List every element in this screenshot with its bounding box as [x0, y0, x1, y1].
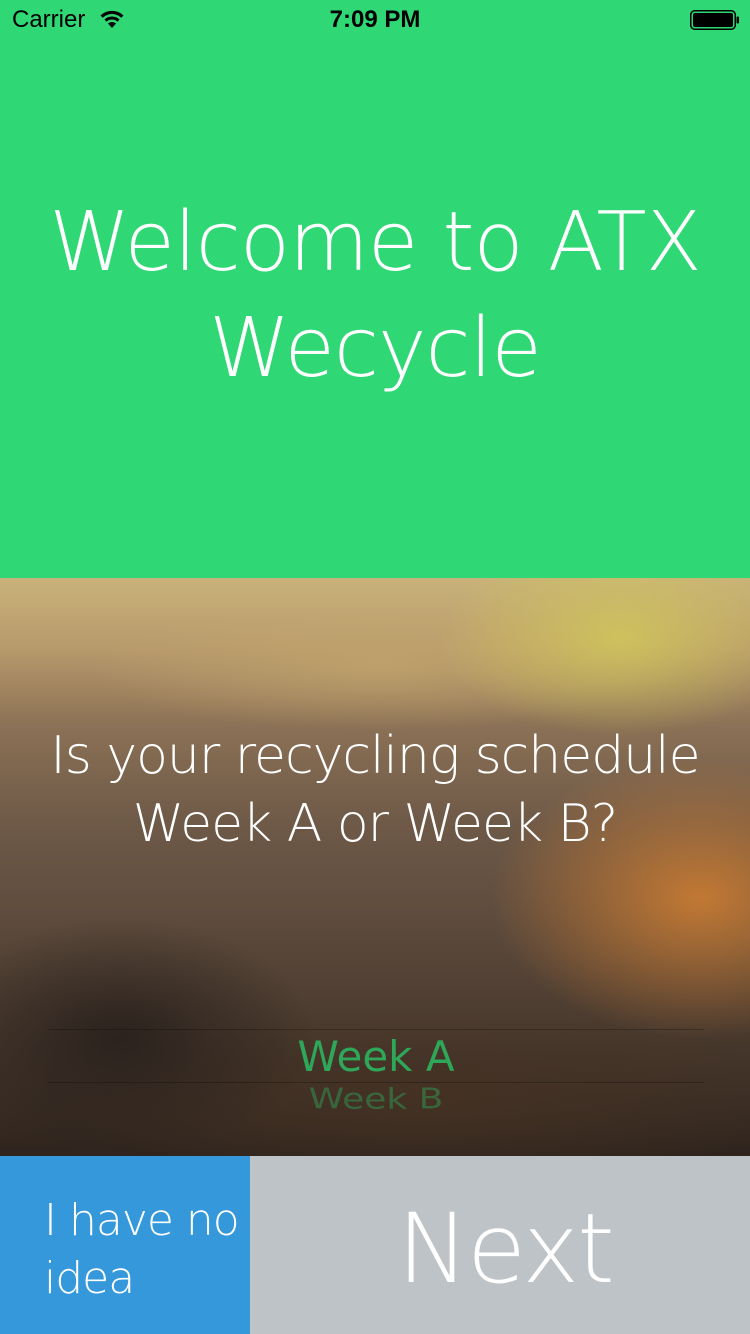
- status-time: 7:09 PM: [329, 6, 421, 33]
- next-button[interactable]: Next: [250, 1156, 750, 1334]
- welcome-title: Welcome to ATX Wecycle: [49, 195, 702, 396]
- battery-icon: [690, 10, 739, 30]
- no-idea-label: I have no idea: [44, 1195, 240, 1304]
- picker-option-week-a[interactable]: Week A: [48, 1032, 704, 1082]
- no-idea-button[interactable]: I have no idea: [0, 1156, 250, 1334]
- status-bar: Carrier 7:09 PM: [0, 0, 750, 40]
- week-picker[interactable]: Week A Week B: [48, 1020, 704, 1130]
- next-label: Next: [397, 1193, 615, 1305]
- picker-option-week-b[interactable]: Week B: [48, 1082, 704, 1117]
- welcome-header: Carrier 7:09 PM Welcome to ATX Wecycle: [0, 0, 750, 578]
- schedule-question: Is your recycling schedule Week A or Wee…: [50, 726, 700, 854]
- onboarding-screen: Carrier 7:09 PM Welcome to ATX Wecycle I…: [0, 0, 750, 1334]
- picker-divider-top: [48, 1029, 704, 1030]
